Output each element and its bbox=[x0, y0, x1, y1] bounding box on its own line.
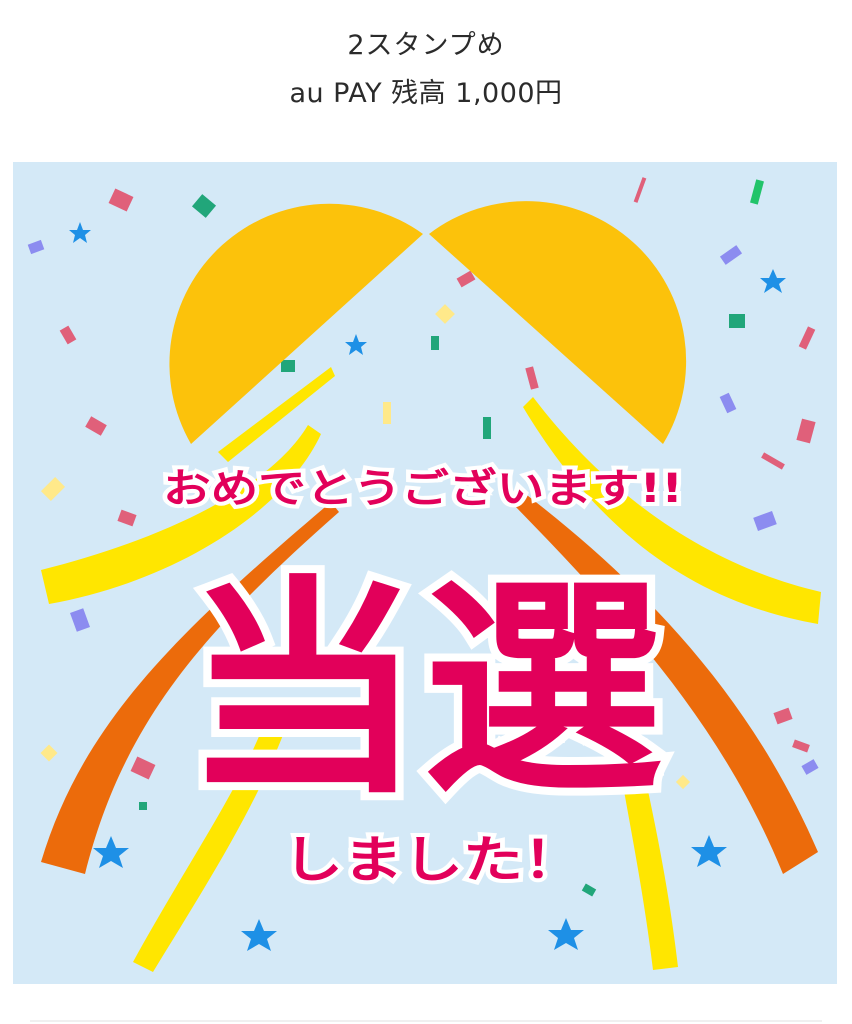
confetti-piece bbox=[729, 314, 745, 328]
header: 2スタンプめ au PAY 残高 1,000円 bbox=[0, 26, 852, 114]
balance-label: au PAY 残高 1,000円 bbox=[289, 78, 563, 109]
confetti-piece bbox=[750, 179, 764, 205]
confetti-piece bbox=[581, 883, 597, 897]
golden-fans bbox=[169, 201, 687, 444]
stamp-count-label: 2スタンプめ bbox=[347, 30, 505, 61]
confetti-piece bbox=[70, 608, 90, 632]
confetti-piece bbox=[139, 802, 147, 810]
confetti-piece bbox=[40, 476, 66, 502]
star-icon bbox=[548, 918, 584, 950]
confetti-piece bbox=[40, 744, 58, 762]
page: 2スタンプめ au PAY 残高 1,000円 おめでとうございます!! 当選 … bbox=[0, 0, 852, 1024]
confetti-piece bbox=[27, 239, 45, 255]
confetti-piece bbox=[719, 392, 737, 414]
confetti-piece bbox=[633, 177, 647, 203]
winning-banner: おめでとうございます!! 当選 しました！ bbox=[13, 162, 837, 984]
confetti-piece bbox=[85, 416, 107, 436]
star-icon bbox=[691, 835, 727, 867]
confetti-piece bbox=[719, 245, 743, 265]
confetti-piece bbox=[761, 452, 785, 470]
confetti-piece bbox=[59, 325, 77, 345]
fan-right bbox=[429, 201, 687, 444]
confetti-piece bbox=[456, 270, 476, 288]
star-icon bbox=[241, 919, 277, 951]
star-icon bbox=[69, 222, 91, 243]
confetti-piece bbox=[483, 417, 491, 439]
star-icon bbox=[93, 836, 129, 868]
done-text: しました！ bbox=[283, 831, 583, 889]
star-icon bbox=[345, 334, 367, 355]
win-text: 当選 bbox=[183, 558, 663, 825]
confetti-piece bbox=[108, 188, 134, 212]
confetti-piece bbox=[431, 336, 439, 350]
confetti-piece bbox=[753, 511, 777, 531]
confetti-piece bbox=[117, 509, 137, 527]
confetti-piece bbox=[383, 402, 391, 424]
congrats-text: おめでとうございます!! bbox=[163, 466, 683, 512]
confetti-piece bbox=[798, 326, 816, 350]
confetti-piece bbox=[792, 739, 810, 753]
confetti-piece bbox=[191, 194, 217, 218]
star-icon bbox=[760, 269, 786, 293]
confetti-piece bbox=[281, 360, 295, 372]
footer-divider bbox=[30, 1020, 822, 1022]
confetti-piece bbox=[801, 759, 819, 775]
confetti-piece bbox=[435, 304, 455, 324]
confetti-piece bbox=[773, 707, 793, 725]
confetti-piece bbox=[675, 774, 691, 790]
confetti-piece bbox=[130, 756, 156, 780]
winning-banner-illustration: おめでとうございます!! 当選 しました！ bbox=[27, 177, 821, 972]
confetti-piece bbox=[796, 418, 816, 444]
confetti-piece bbox=[525, 366, 539, 390]
